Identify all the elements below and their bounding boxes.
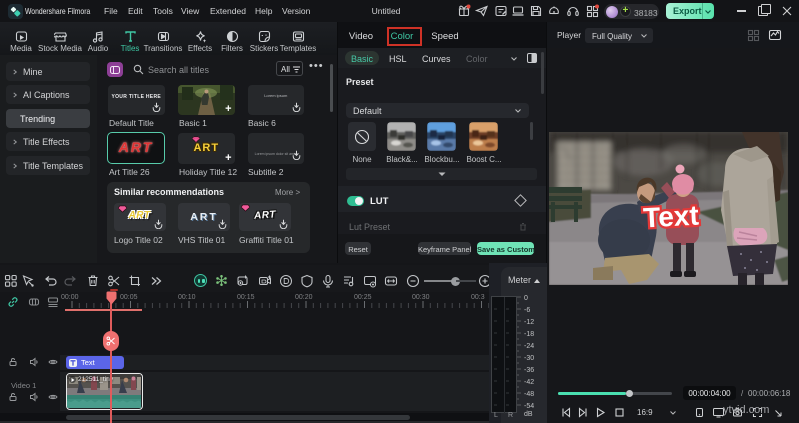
svg-text:Text: Text bbox=[642, 200, 699, 234]
